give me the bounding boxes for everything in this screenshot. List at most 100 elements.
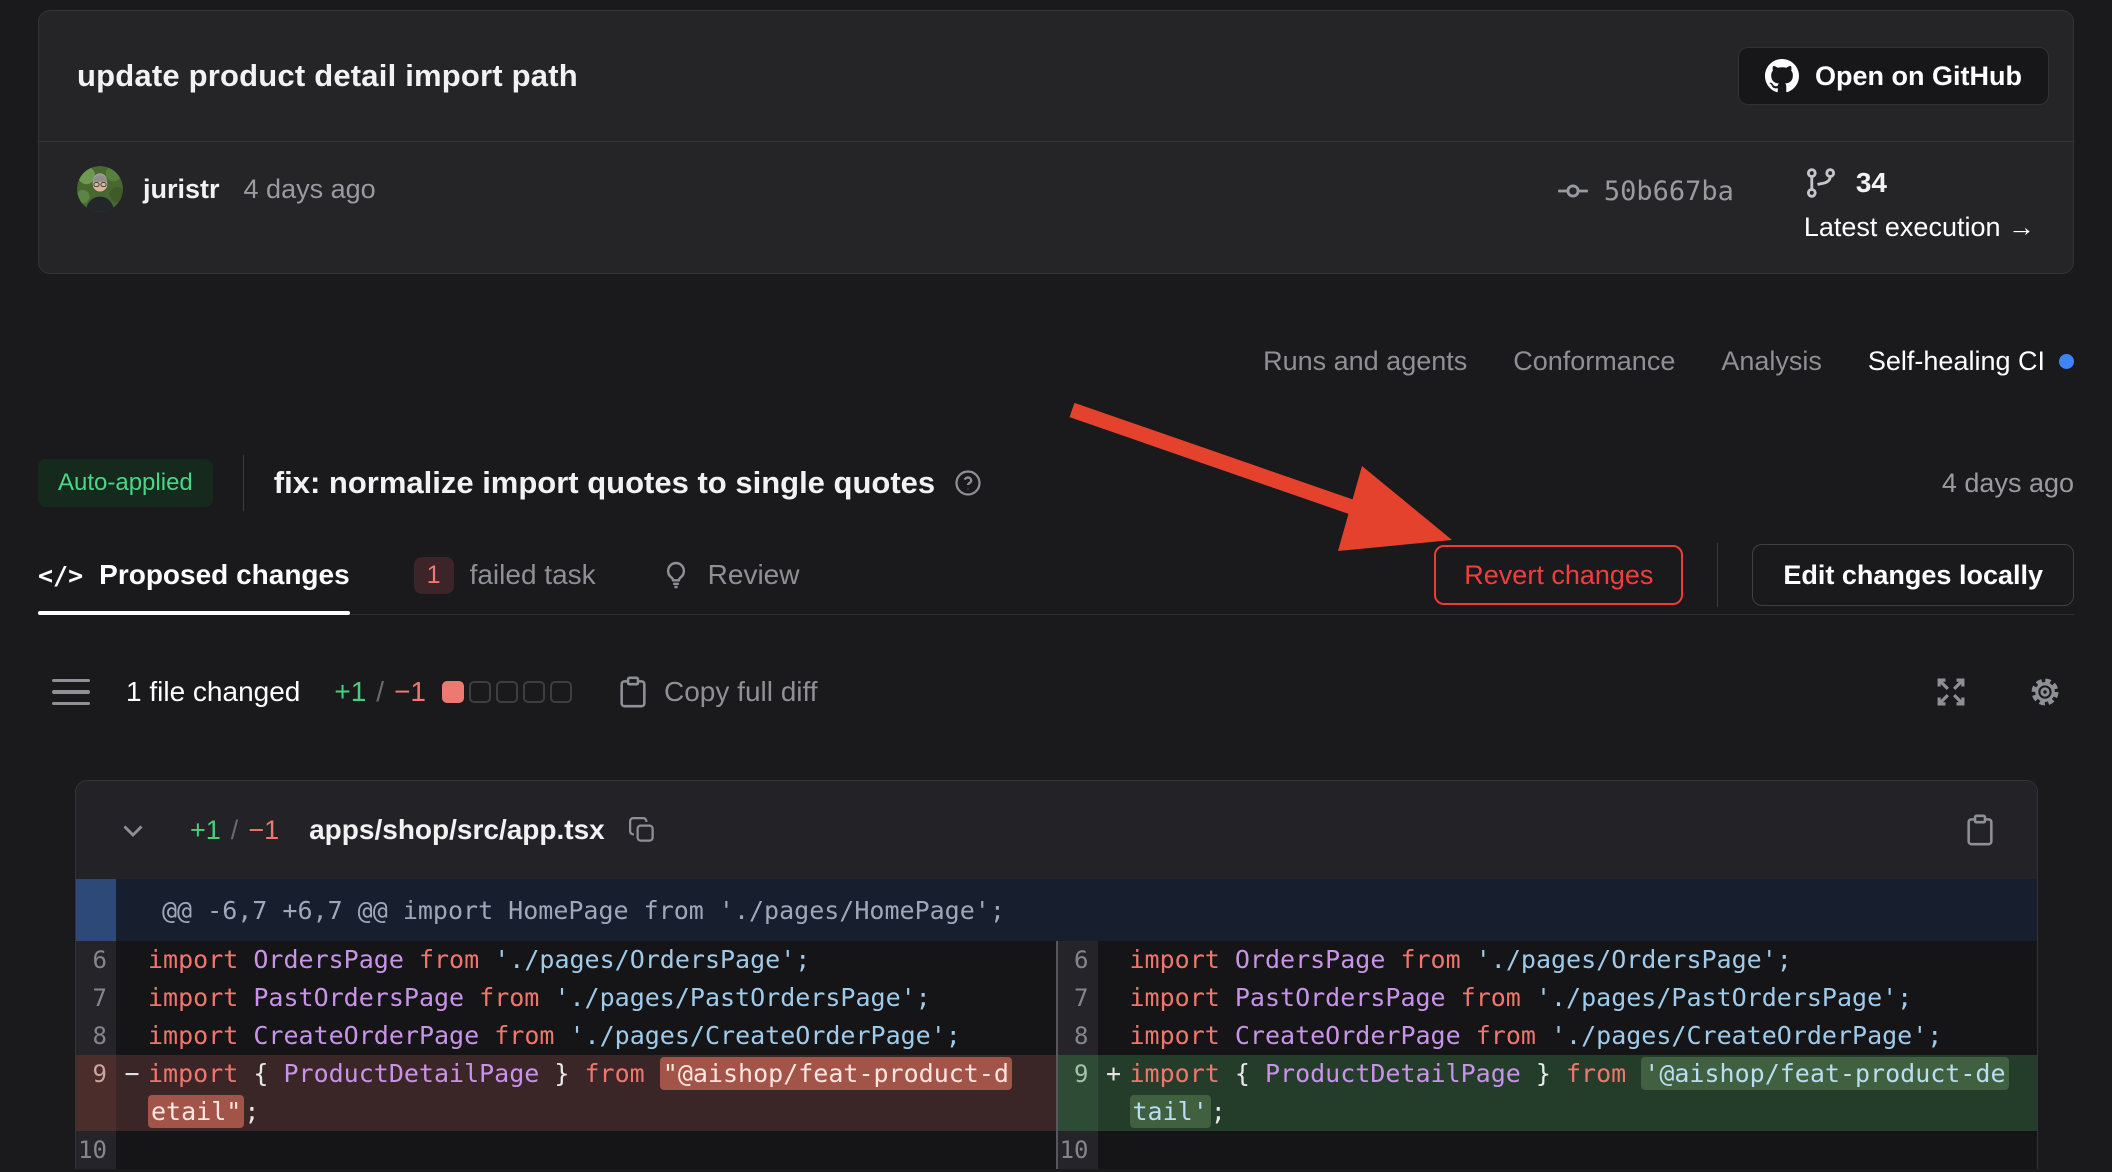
diff-stat-squares — [442, 681, 572, 703]
tab-proposed-changes-label: Proposed changes — [99, 559, 350, 591]
line-number: 6 — [1058, 941, 1098, 979]
help-icon[interactable] — [953, 468, 983, 498]
line-number: 9 — [1058, 1055, 1098, 1093]
diff-toolbar: 1 file changed +1 / −1 Copy full diff — [38, 668, 2074, 716]
tab-review[interactable]: Review — [660, 536, 800, 614]
line-number: 9 — [76, 1055, 116, 1093]
code-line: import PastOrdersPage from './pages/Past… — [1130, 979, 2038, 1017]
diff-sign — [1098, 1093, 1130, 1131]
nav-conformance[interactable]: Conformance — [1513, 346, 1675, 377]
hunk-gutter — [76, 879, 116, 941]
open-on-github-button[interactable]: Open on GitHub — [1738, 47, 2049, 105]
diff-sign — [1098, 1131, 1130, 1169]
tab-failed-task-label: failed task — [470, 559, 596, 591]
active-nav-dot-icon — [2059, 354, 2074, 369]
nav-runs-and-agents[interactable]: Runs and agents — [1263, 346, 1467, 377]
hunk-text: @@ -6,7 +6,7 @@ import HomePage from './… — [116, 896, 1005, 925]
code-line: import { ProductDetailPage } from '@aish… — [1130, 1055, 2038, 1093]
diff-stat-square — [496, 681, 518, 703]
tab-proposed-changes[interactable]: </> Proposed changes — [38, 536, 350, 614]
diff-sign — [116, 1017, 148, 1055]
copy-file-diff-icon[interactable] — [1963, 813, 1997, 847]
commit-hash-group[interactable]: 50b667ba — [1556, 174, 1734, 208]
gear-icon[interactable] — [2026, 673, 2064, 711]
failed-count-badge: 1 — [414, 557, 454, 594]
self-healing-ci-page: update product detail import path Open o… — [0, 0, 2112, 1172]
nav-self-healing-ci-label: Self-healing CI — [1868, 346, 2045, 377]
diff-sign — [116, 1131, 148, 1169]
avatar[interactable] — [77, 166, 123, 212]
diff-sign — [1098, 1017, 1130, 1055]
file-diff-header: +1 / −1 apps/shop/src/app.tsx — [76, 781, 2037, 879]
commit-author[interactable]: juristr — [143, 174, 220, 205]
file-deletions-stat: −1 — [248, 815, 279, 846]
fix-time: 4 days ago — [1942, 468, 2074, 499]
copy-full-diff-button[interactable]: Copy full diff — [616, 675, 818, 709]
expand-fullscreen-icon[interactable] — [1932, 673, 1970, 711]
diff-pane-old: 6import OrdersPage from './pages/OrdersP… — [76, 941, 1056, 1169]
code-line: import OrdersPage from './pages/OrdersPa… — [148, 941, 1056, 979]
commit-icon — [1556, 174, 1590, 208]
github-icon — [1765, 59, 1799, 93]
lightbulb-icon — [660, 559, 692, 591]
diff-row: 9−import { ProductDetailPage } from "@ai… — [76, 1055, 1056, 1093]
line-number: 8 — [76, 1017, 116, 1055]
diff-row: etail"; — [76, 1093, 1056, 1131]
diff-row: 7 import PastOrdersPage from './pages/Pas… — [1058, 979, 2038, 1017]
git-branch-icon — [1804, 166, 1838, 200]
fix-title: fix: normalize import quotes to single q… — [274, 465, 935, 501]
diff-row: 8import CreateOrderPage from './pages/Cr… — [1058, 1017, 2038, 1055]
diff-row: 8 import CreateOrderPage from './pages/Cr… — [76, 1017, 1056, 1055]
diff-stat-square — [550, 681, 572, 703]
diff-row: 10 — [76, 1131, 1056, 1169]
nav-self-healing-ci[interactable]: Self-healing CI — [1868, 346, 2074, 377]
execution-count: 34 — [1856, 167, 1887, 199]
diff-sign: − — [116, 1055, 148, 1093]
line-number: 7 — [1058, 979, 1098, 1017]
code-line: etail"; — [148, 1093, 1056, 1131]
diff-sign — [116, 1093, 148, 1131]
line-number — [1058, 1093, 1098, 1131]
diff-sign: + — [1098, 1055, 1130, 1093]
hunk-header: @@ -6,7 +6,7 @@ import HomePage from './… — [76, 879, 2037, 941]
edit-changes-locally-button[interactable]: Edit changes locally — [1752, 544, 2074, 606]
revert-changes-button[interactable]: Revert changes — [1434, 545, 1683, 605]
diff-pane-new: 6 import OrdersPage from './pages/OrdersP… — [1058, 941, 2038, 1169]
line-number: 7 — [76, 979, 116, 1017]
auto-applied-badge: Auto-applied — [38, 459, 213, 507]
top-nav: Runs and agents Conformance Analysis Sel… — [38, 344, 2074, 378]
stat-separator: / — [376, 676, 384, 708]
code-line: import CreateOrderPage from './pages/Cre… — [1130, 1017, 2038, 1055]
code-line — [148, 1131, 1056, 1169]
nav-analysis[interactable]: Analysis — [1721, 346, 1822, 377]
diff-row: 10 — [1058, 1131, 2038, 1169]
divider — [243, 455, 244, 511]
commit-hash: 50b667ba — [1604, 176, 1734, 207]
diff-sign — [1098, 979, 1130, 1017]
tab-failed-task[interactable]: 1 failed task — [414, 536, 596, 614]
collapse-chevron-down-icon[interactable] — [116, 813, 150, 847]
latest-execution-link[interactable]: Latest execution → — [1804, 212, 2035, 243]
file-path: apps/shop/src/app.tsx — [309, 814, 605, 846]
code-line: import OrdersPage from './pages/OrdersPa… — [1130, 941, 2038, 979]
page-title: update product detail import path — [77, 58, 578, 94]
divider — [1717, 543, 1718, 607]
split-diff: 6import OrdersPage from './pages/OrdersP… — [76, 941, 2037, 1169]
diff-row: tail'; — [1058, 1093, 2038, 1131]
commit-time: 4 days ago — [244, 174, 376, 205]
line-number: 10 — [1058, 1131, 1098, 1169]
files-changed-label: 1 file changed — [126, 676, 300, 708]
diff-row: 6 import OrdersPage from './pages/OrdersP… — [1058, 941, 2038, 979]
file-stat-separator: / — [231, 815, 239, 846]
tab-review-label: Review — [708, 559, 800, 591]
diff-stat-square — [523, 681, 545, 703]
diff-row: 6import OrdersPage from './pages/OrdersP… — [76, 941, 1056, 979]
code-line: import CreateOrderPage from './pages/Cre… — [148, 1017, 1056, 1055]
file-list-menu-icon[interactable] — [52, 679, 90, 706]
copy-full-diff-label: Copy full diff — [664, 676, 818, 708]
file-additions-stat: +1 — [190, 815, 221, 846]
commit-header-card: update product detail import path Open o… — [38, 10, 2074, 274]
deletions-stat: −1 — [394, 676, 426, 708]
code-line: tail'; — [1130, 1093, 2038, 1131]
copy-path-icon[interactable] — [627, 815, 657, 845]
